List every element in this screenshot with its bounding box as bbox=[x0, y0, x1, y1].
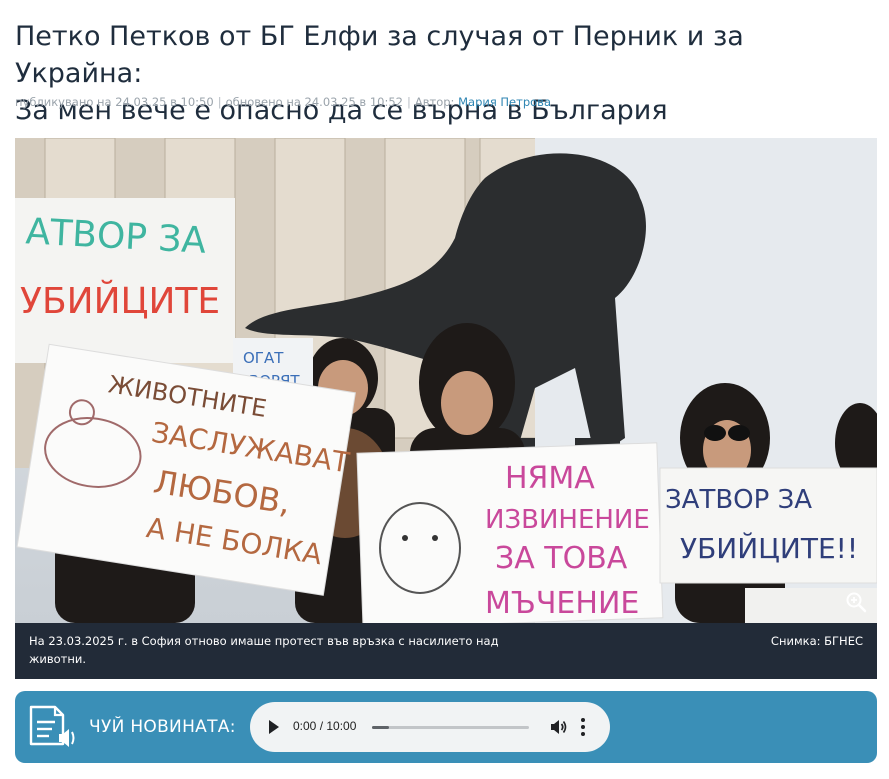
play-icon[interactable] bbox=[268, 719, 280, 735]
sign-text: ЗА ТОВА bbox=[495, 541, 628, 576]
author-label: Автор: bbox=[414, 95, 455, 109]
document-audio-icon bbox=[29, 705, 75, 747]
sign-text: ЗАТВОР ЗА bbox=[665, 485, 812, 515]
sign-text: ОГАТ bbox=[243, 349, 284, 367]
photo-caption: На 23.03.2025 г. в София отново имаше пр… bbox=[15, 623, 877, 679]
audio-time: 0:00 / 10:00 bbox=[293, 719, 357, 733]
zoom-in-icon[interactable] bbox=[845, 591, 867, 613]
published-date: публикувано на 24.03.25 в 10:50 bbox=[15, 95, 214, 109]
sign-text: МЪЧЕНИЕ bbox=[485, 586, 639, 621]
sign-text: ИЗВИНЕНИЕ bbox=[485, 505, 650, 535]
article-title: Петко Петков от БГ Елфи за случая от Пер… bbox=[15, 18, 875, 129]
sign-text: УБИЙЦИТЕ!! bbox=[680, 531, 858, 565]
updated-date: обновено на 24.03.25 в 10:52 bbox=[225, 95, 403, 109]
audio-progress-track[interactable] bbox=[372, 726, 529, 729]
volume-icon[interactable] bbox=[549, 718, 567, 736]
listen-label: ЧУЙ НОВИНАТА: bbox=[89, 717, 236, 737]
meta-separator: | bbox=[407, 95, 411, 109]
article-page: Петко Петков от БГ Елфи за случая от Пер… bbox=[0, 0, 889, 779]
sign-text: УБИЙЦИТЕ bbox=[20, 280, 220, 322]
listen-news-bar: ЧУЙ НОВИНАТА: 0:00 / 10:00 bbox=[15, 691, 877, 763]
article-meta: публикувано на 24.03.25 в 10:50 | обновено… bbox=[15, 95, 551, 109]
protest-photo-illustration: АТВОР ЗА УБИЙЦИТЕ ОГАТ ОВОРЯТ ЖИВОТНИТЕ … bbox=[15, 138, 877, 623]
audio-progress-fill bbox=[372, 726, 390, 729]
article-photo[interactable]: АТВОР ЗА УБИЙЦИТЕ ОГАТ ОВОРЯТ ЖИВОТНИТЕ … bbox=[15, 138, 877, 623]
photo-credit: Снимка: БГНЕС bbox=[770, 634, 863, 648]
more-options-icon[interactable] bbox=[580, 717, 586, 737]
audio-player[interactable]: 0:00 / 10:00 bbox=[250, 702, 610, 752]
meta-separator: | bbox=[217, 95, 222, 109]
sign-text: НЯМА bbox=[505, 461, 595, 496]
caption-text: На 23.03.2025 г. в София отново имаше пр… bbox=[29, 634, 499, 666]
article-title-line-1: Петко Петков от БГ Елфи за случая от Пер… bbox=[15, 21, 744, 89]
author-link[interactable]: Мария Петрова bbox=[458, 95, 551, 109]
